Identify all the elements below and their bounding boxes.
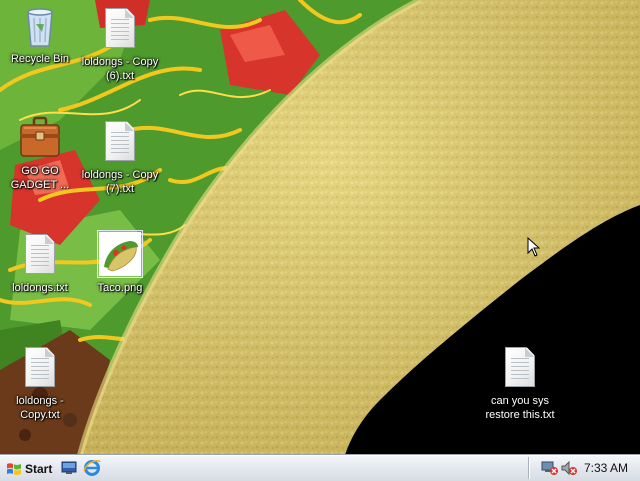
file-icon-item[interactable]: loldongs - Copy (7).txt (81, 118, 159, 196)
icon-label: GO GO GADGET ... (10, 165, 70, 191)
icon-label: Taco.png (97, 282, 143, 294)
desktop[interactable]: Recycle Bin loldongs - Copy (6).txt GO G… (0, 0, 640, 455)
volume-muted-icon[interactable] (560, 460, 578, 476)
file-icon-item[interactable]: loldongs - Copy.txt (1, 344, 79, 422)
clock[interactable]: 7:33 AM (584, 461, 628, 475)
windows-logo-icon (7, 463, 21, 475)
text-file-icon (98, 118, 142, 164)
text-file-icon (498, 344, 542, 390)
file-icon-item[interactable]: can you sys restore this.txt (481, 344, 559, 422)
text-file-icon (98, 5, 142, 51)
network-disconnected-icon[interactable] (541, 460, 559, 476)
icon-label: loldongs - Copy (6).txt (81, 56, 159, 82)
taskbar: Start 7:33 AM (0, 455, 640, 481)
mouse-cursor-icon (527, 237, 541, 257)
internet-explorer-icon[interactable] (83, 459, 101, 477)
file-icon-item[interactable]: loldongs.txt (1, 231, 79, 295)
recycle-bin-icon (18, 2, 62, 48)
icon-label: loldongs - Copy (7).txt (81, 169, 159, 195)
start-label: Start (25, 462, 53, 476)
icon-label: loldongs - Copy.txt (16, 395, 64, 421)
icon-label: can you sys restore this.txt (485, 395, 555, 421)
show-desktop-icon[interactable] (60, 459, 78, 477)
taco-image-icon (97, 230, 143, 278)
icon-label: Recycle Bin (10, 53, 70, 65)
text-file-icon (18, 344, 62, 390)
recycle-bin-icon-item[interactable]: Recycle Bin (1, 2, 79, 66)
system-tray: 7:33 AM (528, 457, 640, 479)
start-button[interactable]: Start (2, 458, 58, 480)
file-icon-item[interactable]: loldongs - Copy (6).txt (81, 5, 159, 83)
text-file-icon (18, 231, 62, 277)
briefcase-icon (18, 114, 62, 160)
image-file-icon-item[interactable]: Taco.png (81, 230, 159, 295)
shortcut-icon-item[interactable]: GO GO GADGET ... (1, 114, 79, 192)
icon-label: loldongs.txt (12, 282, 68, 294)
